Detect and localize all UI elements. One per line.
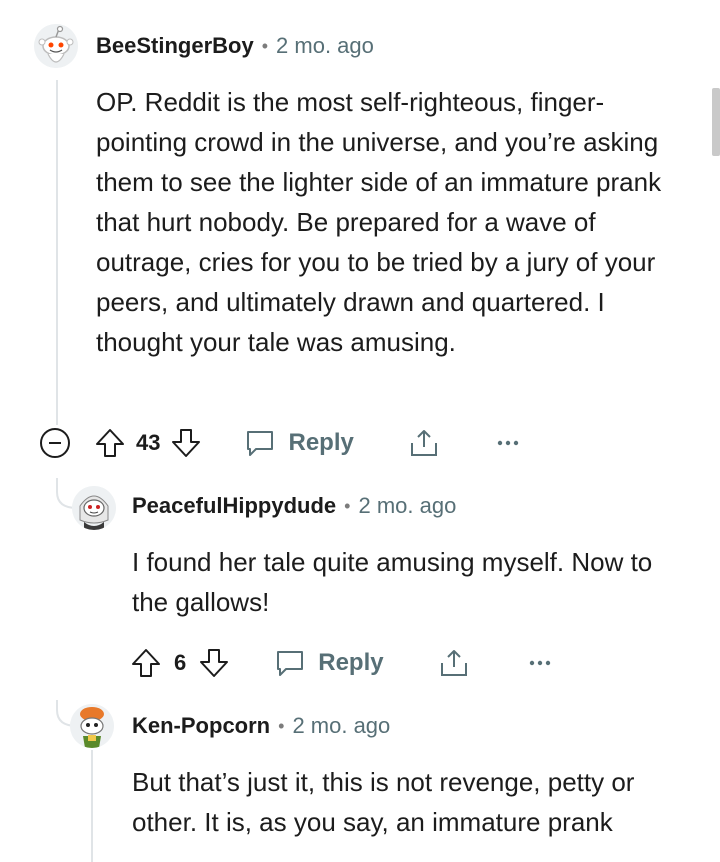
username[interactable]: BeeStingerBoy bbox=[96, 33, 254, 59]
arrow-up-icon[interactable] bbox=[94, 427, 126, 459]
arrow-up-icon[interactable] bbox=[130, 647, 162, 679]
snoo-avatar-icon bbox=[72, 486, 116, 530]
share-icon[interactable] bbox=[408, 427, 440, 459]
avatar[interactable] bbox=[72, 486, 116, 530]
timestamp: 2 mo. ago bbox=[358, 493, 457, 518]
comment-body: But that’s just it, this is not revenge,… bbox=[132, 767, 635, 837]
username[interactable]: Ken-Popcorn bbox=[132, 713, 270, 739]
comment-body: OP. Reddit is the most self-righteous, f… bbox=[96, 87, 662, 357]
speech-bubble-icon bbox=[244, 427, 276, 459]
comment-body: I found her tale quite amusing myself. N… bbox=[132, 547, 653, 617]
comment-actions: 6 Reply bbox=[130, 643, 552, 683]
thread-line-reply[interactable] bbox=[91, 750, 93, 862]
thread-line-main[interactable] bbox=[56, 80, 58, 425]
vote-count: 6 bbox=[174, 650, 187, 675]
comment-actions: 43 Reply bbox=[38, 423, 520, 463]
separator-dot: • bbox=[278, 715, 285, 736]
vote-count: 43 bbox=[136, 430, 161, 455]
reply-button[interactable]: Reply bbox=[274, 647, 384, 679]
more-dots-icon[interactable] bbox=[496, 438, 520, 448]
timestamp: 2 mo. ago bbox=[292, 713, 391, 738]
arrow-down-icon[interactable] bbox=[170, 427, 202, 459]
speech-bubble-icon bbox=[274, 647, 306, 679]
reply-label: Reply bbox=[288, 429, 354, 456]
username[interactable]: PeacefulHippydude bbox=[132, 493, 336, 519]
scrollbar[interactable] bbox=[712, 88, 720, 156]
comment-meta: Ken-Popcorn • 2 mo. ago bbox=[132, 713, 390, 739]
reply-button[interactable]: Reply bbox=[244, 427, 354, 459]
snoo-avatar-icon bbox=[34, 24, 78, 68]
arrow-down-icon[interactable] bbox=[198, 647, 230, 679]
avatar[interactable] bbox=[70, 704, 114, 748]
collapse-minus-icon[interactable] bbox=[38, 427, 72, 459]
more-dots-icon[interactable] bbox=[528, 658, 552, 668]
separator-dot: • bbox=[344, 495, 351, 516]
share-icon[interactable] bbox=[438, 647, 470, 679]
comment-meta: BeeStingerBoy • 2 mo. ago bbox=[96, 33, 374, 59]
avatar[interactable] bbox=[34, 24, 78, 68]
reply-label: Reply bbox=[318, 649, 384, 676]
snoo-avatar-icon bbox=[70, 704, 114, 748]
comment-meta: PeacefulHippydude • 2 mo. ago bbox=[132, 493, 456, 519]
timestamp: 2 mo. ago bbox=[276, 33, 374, 58]
separator-dot: • bbox=[261, 35, 269, 56]
